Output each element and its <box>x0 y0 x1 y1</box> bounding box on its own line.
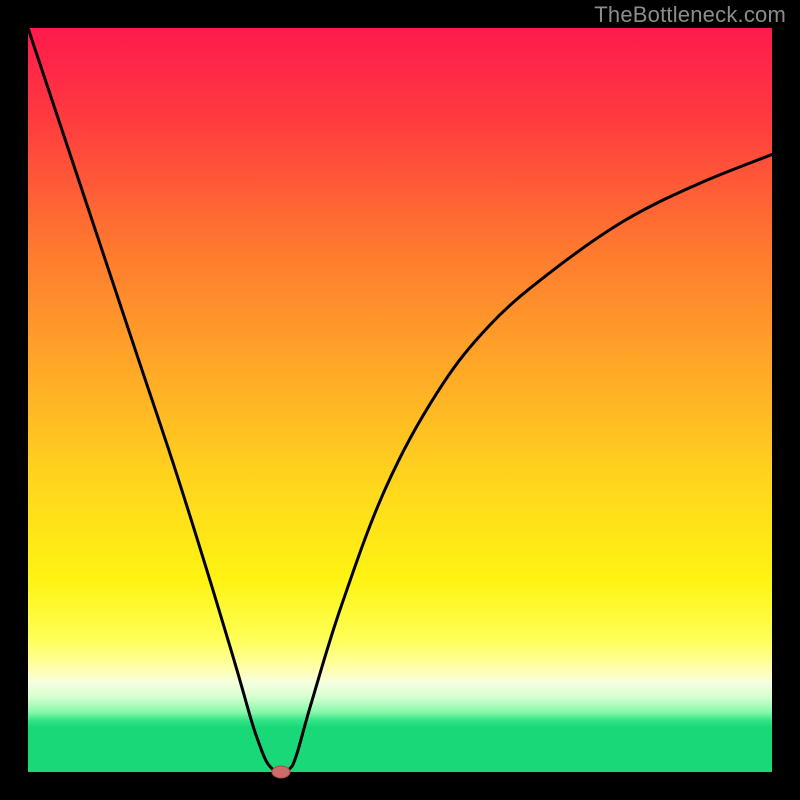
optimal-point-marker <box>272 766 290 778</box>
watermark-text: TheBottleneck.com <box>594 2 786 28</box>
chart-container: TheBottleneck.com <box>0 0 800 800</box>
chart-svg <box>0 0 800 800</box>
plot-background <box>28 28 772 772</box>
